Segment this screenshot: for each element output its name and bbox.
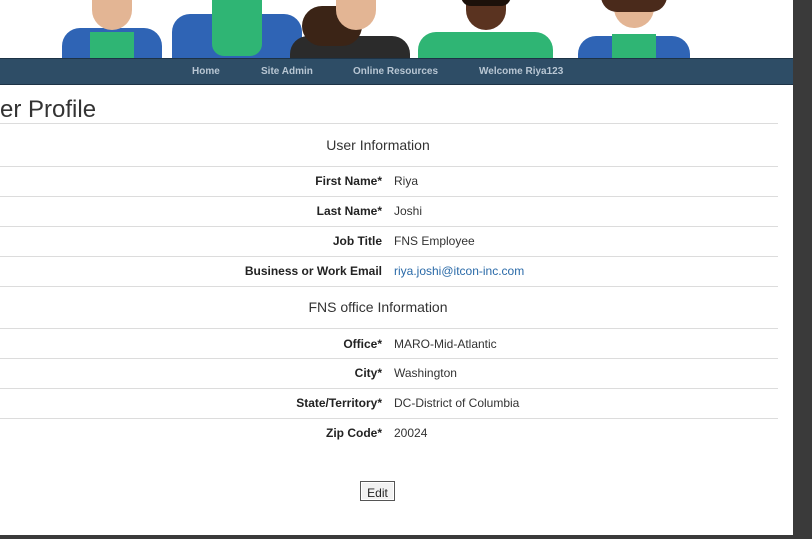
banner-person-4: [418, 0, 553, 58]
divider: [0, 286, 778, 287]
email-link[interactable]: riya.joshi@itcon-inc.com: [394, 264, 524, 278]
page-title: ser Profile: [0, 96, 97, 123]
divider: [0, 328, 778, 329]
email-label: Business or Work Email: [244, 264, 382, 278]
last-name-value: Joshi: [394, 204, 423, 218]
person-5-hair: [601, 0, 667, 12]
person-4-shirt: [418, 32, 553, 58]
office-label: Office*: [343, 337, 382, 351]
divider: [0, 226, 778, 227]
state-label: State/Territory*: [296, 396, 382, 410]
section-heading-user-info: User Information: [326, 137, 430, 153]
divider: [0, 256, 778, 257]
zip-code-label: Zip Code*: [326, 426, 382, 440]
person-4-hair: [460, 0, 511, 6]
divider: [0, 418, 778, 419]
job-title-value: FNS Employee: [394, 234, 475, 248]
nav-welcome-user[interactable]: Welcome Riya123: [479, 59, 563, 84]
nav-home[interactable]: Home: [192, 59, 220, 84]
person-5-shirt: [612, 34, 656, 58]
state-value: DC-District of Columbia: [394, 396, 520, 410]
divider: [0, 388, 778, 389]
divider: [0, 166, 778, 167]
job-title-label: Job Title: [332, 234, 382, 248]
window-edge-bottom: [0, 535, 812, 539]
city-label: City*: [354, 366, 382, 380]
first-name-value: Riya: [394, 174, 419, 188]
nav-online-resources[interactable]: Online Resources: [353, 59, 438, 84]
edit-button[interactable]: Edit: [360, 481, 395, 501]
top-nav-bar: Home Site Admin Online Resources Welcome…: [0, 58, 793, 85]
first-name-label: First Name*: [315, 174, 382, 188]
banner-person-1: [62, 0, 162, 58]
banner-person-3: [290, 0, 410, 58]
divider: [0, 358, 778, 359]
window-edge-right: [793, 0, 812, 539]
city-value: Washington: [394, 366, 457, 380]
section-heading-office-info: FNS office Information: [308, 299, 448, 315]
person-1-face: [92, 0, 132, 30]
banner-person-5: [578, 0, 690, 58]
divider: [0, 123, 778, 124]
divider: [0, 196, 778, 197]
banner-person-2: [172, 0, 302, 58]
nav-site-admin[interactable]: Site Admin: [261, 59, 313, 84]
header-banner: [0, 0, 793, 58]
zip-code-value: 20024: [394, 426, 428, 440]
last-name-label: Last Name*: [316, 204, 382, 218]
office-value: MARO-Mid-Atlantic: [394, 337, 497, 351]
person-1-shirt: [90, 32, 134, 58]
person-2-shirt: [212, 0, 262, 56]
